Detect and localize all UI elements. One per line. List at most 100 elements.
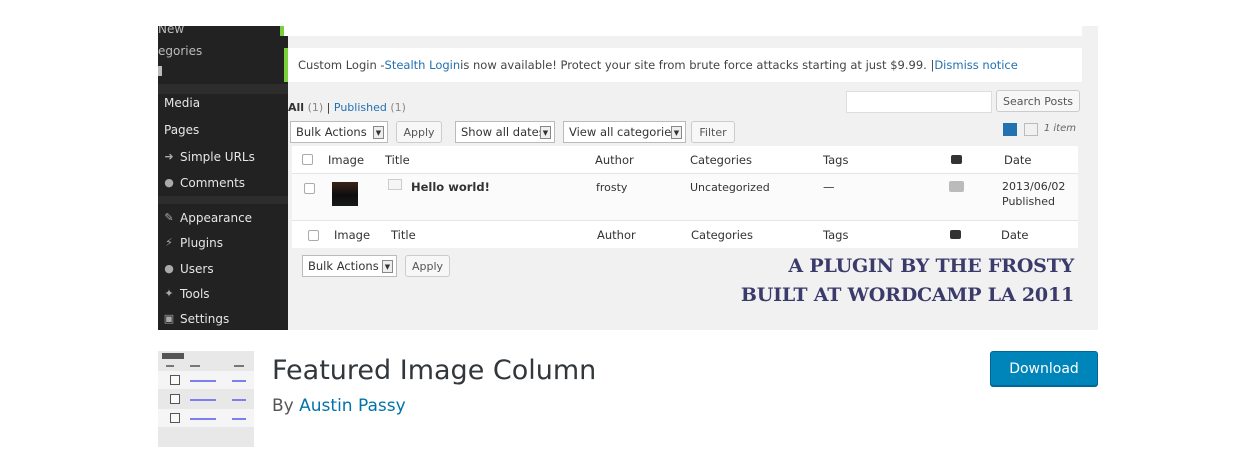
comments-column-icon[interactable]	[951, 155, 962, 164]
table-header: Image Title Author Categories Tags Date	[292, 146, 1078, 174]
categories-value: View all categories	[569, 125, 678, 139]
column-date[interactable]: Date	[1004, 153, 1032, 167]
dismiss-notice-link[interactable]: Dismiss notice	[934, 58, 1018, 72]
sidebar-item-comments[interactable]: ● Comments	[158, 170, 288, 195]
sidebar-item-settings[interactable]: ▣ Settings	[158, 306, 288, 330]
plugin-icon	[158, 351, 254, 447]
column-categories: Categories	[690, 153, 752, 167]
sidebar-item-label: Tools	[180, 286, 210, 301]
icon-dash	[166, 365, 174, 367]
plugins-icon: ⚡	[165, 236, 173, 249]
image-icon	[170, 394, 180, 404]
settings-icon: ▣	[163, 312, 175, 325]
sidebar-item-users[interactable]: ● Users	[158, 256, 288, 281]
sidebar-item-label: Simple URLs	[180, 149, 255, 164]
post-tags: —	[823, 180, 835, 194]
chevron-down-icon: ▼	[382, 260, 393, 273]
sidebar-item-label: Users	[180, 261, 214, 276]
chevron-down-icon: ▼	[540, 126, 551, 139]
banner-tagline-2: BUILT AT WORDCAMP LA 2011	[740, 284, 1074, 306]
banner-tagline-1: A PLUGIN BY THE FROSTY	[788, 255, 1074, 277]
sidebar-item-simple-urls[interactable]: ➜ Simple URLs	[158, 144, 288, 169]
items-count: 1 item	[1043, 123, 1076, 134]
notice-prefix: Custom Login -	[298, 58, 385, 72]
icon-line	[190, 418, 216, 420]
column-image: Image	[328, 153, 365, 167]
sidebar-item-label: Media	[164, 95, 201, 110]
filter-all-count: (1)	[307, 101, 324, 114]
column-title[interactable]: Title	[391, 228, 416, 242]
search-posts-button[interactable]: Search Posts	[996, 90, 1080, 112]
plugin-title[interactable]: Featured Image Column	[272, 355, 596, 386]
dates-select[interactable]: Show all dates ▼	[455, 121, 555, 143]
appearance-icon: ✎	[164, 211, 174, 224]
icon-header-bar	[162, 353, 184, 359]
categories-select[interactable]: View all categories ▼	[563, 121, 686, 143]
status-filters: All (1) | Published (1)	[288, 101, 406, 114]
bulk-actions-select[interactable]: Bulk Actions ▼	[290, 121, 388, 143]
bulk-actions-value: Bulk Actions	[296, 125, 367, 139]
image-icon	[170, 413, 180, 423]
chevron-down-icon: ▼	[671, 126, 682, 139]
column-image: Image	[334, 228, 371, 242]
sidebar-item-label: Settings	[180, 311, 230, 326]
sidebar-item-tags-marker	[158, 66, 162, 76]
select-all-checkbox[interactable]	[302, 154, 313, 165]
list-view-icon[interactable]	[1003, 123, 1017, 136]
apply-button[interactable]: Apply	[396, 121, 442, 143]
sidebar-item-pages[interactable]: Pages	[158, 117, 288, 142]
sidebar-item-appearance[interactable]: ✎ Appearance	[158, 205, 288, 230]
column-categories: Categories	[691, 228, 753, 242]
filter-button[interactable]: Filter	[691, 121, 735, 143]
author-link[interactable]: Austin Passy	[299, 396, 406, 416]
bulk-actions-value: Bulk Actions	[308, 259, 379, 273]
column-title[interactable]: Title	[385, 153, 410, 167]
filter-all[interactable]: All	[288, 101, 304, 114]
plugin-author: By Austin Passy	[272, 396, 406, 416]
admin-sidebar: New egories Media Pages ➜ Simple URLs ● …	[158, 26, 288, 330]
bulk-actions-select-bottom[interactable]: Bulk Actions ▼	[302, 255, 397, 277]
sidebar-item-media[interactable]: Media	[158, 90, 288, 115]
search-input[interactable]	[846, 91, 992, 113]
sidebar-separator	[158, 196, 288, 204]
sidebar-item-label: Plugins	[180, 235, 223, 250]
icon-line	[232, 418, 246, 420]
icon-line	[232, 380, 246, 382]
notice-top	[280, 26, 1082, 36]
excerpt-view-icon[interactable]	[1024, 123, 1038, 136]
sidebar-item-new[interactable]: New	[158, 26, 184, 36]
column-author: Author	[595, 153, 634, 167]
filter-published[interactable]: Published	[334, 101, 387, 114]
filter-published-count: (1)	[390, 101, 406, 114]
row-checkbox[interactable]	[304, 183, 315, 194]
post-title-link[interactable]: Hello world!	[411, 180, 490, 194]
icon-line	[190, 399, 216, 401]
sidebar-item-categories[interactable]: egories	[158, 44, 202, 58]
icon-dash	[190, 365, 200, 367]
select-all-checkbox[interactable]	[308, 230, 319, 241]
sidebar-item-tools[interactable]: ✦ Tools	[158, 281, 288, 306]
apply-button-bottom[interactable]: Apply	[405, 255, 450, 277]
download-button[interactable]: Download	[990, 351, 1098, 386]
image-placeholder-icon	[388, 179, 402, 190]
tools-icon: ✦	[164, 287, 174, 300]
sidebar-item-plugins[interactable]: ⚡ Plugins	[158, 230, 288, 255]
filter-separator: |	[326, 101, 331, 114]
post-category-link[interactable]: Uncategorized	[690, 181, 770, 194]
post-author-link[interactable]: frosty	[596, 181, 627, 194]
post-date: 2013/06/02	[1002, 180, 1066, 193]
plugin-banner: New egories Media Pages ➜ Simple URLs ● …	[158, 26, 1098, 330]
column-tags: Tags	[823, 228, 849, 242]
image-icon	[170, 375, 180, 385]
comments-icon: ●	[164, 176, 174, 189]
comments-column-icon[interactable]	[950, 230, 961, 239]
link-icon: ➜	[164, 150, 174, 163]
comment-count-icon[interactable]	[949, 181, 964, 192]
icon-line	[190, 380, 216, 382]
notice-text: is now available! Protect your site from…	[460, 58, 935, 72]
column-date[interactable]: Date	[1001, 228, 1029, 242]
dates-value: Show all dates	[461, 125, 545, 139]
table-footer: Image Title Author Categories Tags Date	[292, 220, 1078, 248]
notice-link[interactable]: Stealth Login	[385, 58, 461, 72]
column-tags: Tags	[823, 153, 849, 167]
